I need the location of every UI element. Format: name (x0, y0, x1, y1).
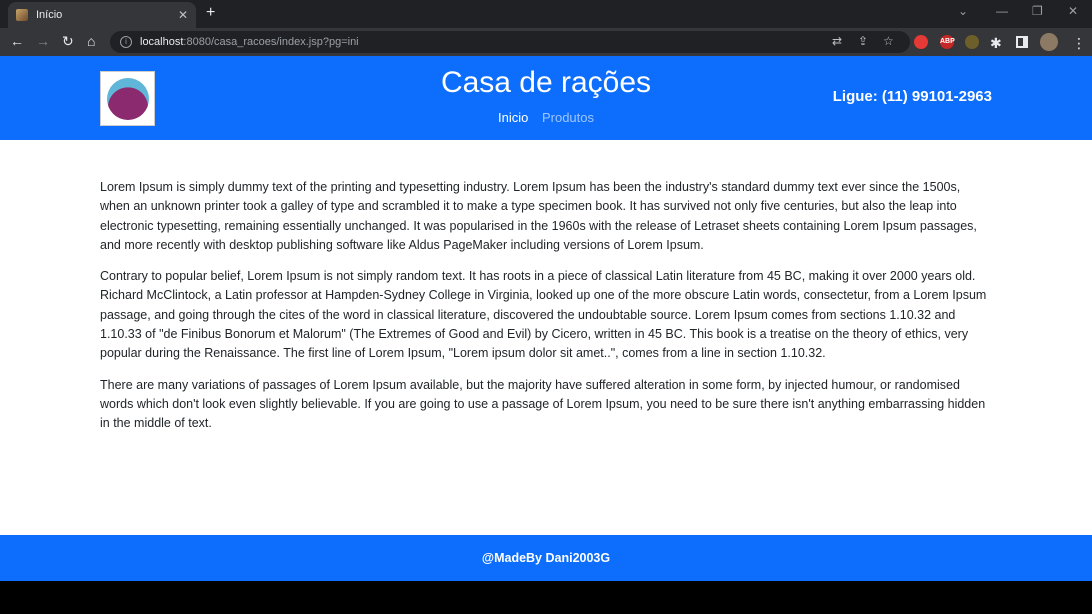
paragraph: There are many variations of passages of… (100, 377, 986, 431)
side-panel-icon[interactable] (1016, 36, 1028, 48)
minimize-icon[interactable]: — (996, 4, 1008, 18)
profile-avatar[interactable] (1040, 33, 1058, 51)
site-info-icon[interactable]: i (120, 36, 132, 48)
menu-kebab-icon[interactable]: ⋮ (1072, 35, 1086, 51)
extensions-puzzle-icon[interactable]: ✱ (990, 35, 1002, 51)
home-icon[interactable]: ⌂ (87, 33, 95, 49)
back-icon[interactable]: ← (10, 33, 24, 49)
shield-extension-icon[interactable] (965, 35, 979, 49)
nav-link-inicio[interactable]: Inicio (498, 110, 528, 125)
favicon-icon (16, 9, 28, 21)
browser-tab[interactable]: Início ✕ (8, 2, 196, 28)
abp-icon[interactable]: ABP (940, 35, 955, 49)
main-nav: Inicio Produtos (0, 110, 1092, 125)
browser-toolbar: ← → ↻ ⌂ i localhost :8080/casa_racoes/in… (0, 28, 1092, 56)
bookmark-star-icon[interactable]: ☆ (883, 34, 894, 48)
translate-icon[interactable]: ⇄ (832, 34, 842, 48)
tab-title: Início (36, 9, 63, 21)
nav-link-produtos[interactable]: Produtos (542, 110, 594, 125)
red-extension-icon[interactable] (914, 35, 928, 49)
close-window-icon[interactable]: ✕ (1068, 4, 1078, 18)
phone-number: Ligue: (11) 99101-2963 (832, 88, 992, 105)
tab-search-icon[interactable]: ⌄ (958, 4, 968, 18)
paragraph: Lorem Ipsum is simply dummy text of the … (100, 180, 977, 252)
new-tab-button[interactable]: + (206, 4, 215, 22)
restore-icon[interactable]: ❐ (1032, 4, 1043, 18)
reload-icon[interactable]: ↻ (62, 33, 74, 49)
browser-tab-bar: Início ✕ + ⌄ — ❐ ✕ (0, 0, 1092, 28)
url-path: :8080/casa_racoes/index.jsp?pg=ini (183, 36, 359, 48)
share-icon[interactable]: ⇪ (858, 34, 868, 48)
forward-icon[interactable]: → (36, 33, 50, 49)
web-page: Casa de rações Inicio Produtos Ligue: (1… (0, 56, 1092, 581)
site-footer: @MadeBy Dani2003G (0, 535, 1092, 581)
tab-close-icon[interactable]: ✕ (178, 8, 188, 22)
site-header: Casa de rações Inicio Produtos Ligue: (1… (0, 56, 1092, 140)
paragraph: Contrary to popular belief, Lorem Ipsum … (100, 269, 987, 361)
address-bar[interactable]: i localhost :8080/casa_racoes/index.jsp?… (110, 31, 910, 53)
url-host: localhost (140, 36, 184, 48)
main-content: Lorem Ipsum is simply dummy text of the … (100, 178, 992, 446)
